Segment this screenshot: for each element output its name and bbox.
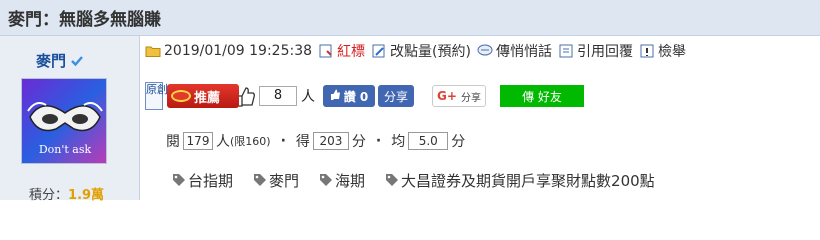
post-meta-row: 2019/01/09 19:25:38 紅標 改點量(預約) 傳悄悄話 引用回覆… (145, 40, 686, 62)
flag-icon (318, 43, 334, 59)
author-name[interactable]: 麥門 (36, 50, 66, 71)
score-unit: 分 (351, 134, 366, 150)
score-label: 得 (295, 134, 310, 150)
fb-thumb-icon (330, 89, 341, 103)
avg-value: 5.0 (408, 132, 449, 150)
separator-dot: · (280, 133, 286, 149)
google-plus-icon: G+ (437, 89, 457, 103)
fb-like-label: 讚 0 (343, 89, 369, 104)
verified-check-icon (70, 54, 84, 68)
author-sidebar: 麥門 Don't ask 積分：1.9萬 (0, 36, 140, 203)
recommend-button[interactable]: 推薦 (167, 84, 239, 108)
stats-row: 閱 179 人 (限160) · 得 203 分 · 均 5.0 分 (166, 128, 465, 154)
recommend-label: 推薦 (194, 90, 221, 106)
tag-item[interactable]: 台指期 (172, 170, 233, 191)
tag-label: 台指期 (188, 171, 234, 190)
score-value: 203 (312, 132, 349, 150)
avg-label: 均 (391, 134, 406, 150)
line-share-button[interactable]: 傳 好友 (500, 85, 584, 107)
message-icon (477, 43, 493, 59)
private-message-link[interactable]: 傳悄悄話 (496, 41, 552, 61)
tag-icon (253, 173, 267, 187)
original-badge: 原創 (145, 82, 168, 110)
title-bar: 麥門：無腦多無腦賺 (0, 0, 820, 36)
line-share-label: 傳 好友 (522, 89, 562, 104)
google-share-button[interactable]: G+ 分享 (432, 85, 486, 107)
avatar[interactable]: Don't ask (21, 78, 107, 164)
fb-like-button[interactable]: 讚 0 (323, 85, 375, 107)
tag-item[interactable]: 麥門 (253, 170, 299, 191)
report-link[interactable]: 檢舉 (658, 41, 686, 61)
action-row: 原創 推薦 8 人 讚 0 分享 G+ 分享 傳 好友 (145, 80, 584, 112)
rank-value: 1.9萬 (68, 188, 105, 203)
tag-item[interactable]: 海期 (319, 170, 365, 191)
tag-item[interactable]: 大昌證券及期貨開戶享聚財點數200點 (385, 170, 655, 191)
red-flag-link[interactable]: 紅標 (337, 41, 365, 61)
google-share-label: 分享 (460, 92, 481, 104)
edit-icon (371, 43, 387, 59)
post-datetime: 2019/01/09 19:25:38 (164, 43, 313, 59)
author-block: 麥門 (36, 50, 84, 71)
read-label: 閱 (166, 134, 180, 150)
avg-unit: 分 (451, 134, 466, 150)
person-unit: 人 (301, 89, 315, 105)
avatar-caption: Don't ask (39, 143, 92, 156)
recommend-count: 8 (259, 86, 297, 106)
read-unit: 人 (216, 134, 230, 150)
gold-ingot-icon (171, 90, 191, 102)
rank-line: 積分：1.9萬 (29, 188, 105, 203)
tag-label: 大昌證券及期貨開戶享聚財點數200點 (401, 171, 655, 190)
read-limit: (限160) (230, 135, 271, 148)
fb-share-button[interactable]: 分享 (378, 85, 414, 107)
tag-label: 海期 (335, 171, 366, 190)
quote-icon (558, 43, 574, 59)
tag-label: 麥門 (269, 171, 300, 190)
tag-icon (172, 173, 186, 187)
read-count: 179 (183, 132, 213, 150)
edit-points-link[interactable]: 改點量(預約) (390, 41, 471, 61)
quote-reply-link[interactable]: 引用回覆 (577, 41, 633, 61)
tag-icon (319, 173, 333, 187)
folder-icon (145, 43, 161, 59)
separator-dot: · (375, 133, 382, 149)
rank-label: 積分 (29, 188, 56, 203)
tags-row: 台指期 麥門 海期 大昌證券及期貨開戶享聚財點數200點 (172, 168, 655, 192)
tag-icon (385, 173, 399, 187)
report-icon (639, 43, 655, 59)
page-title: 麥門：無腦多無腦賺 (8, 10, 161, 30)
